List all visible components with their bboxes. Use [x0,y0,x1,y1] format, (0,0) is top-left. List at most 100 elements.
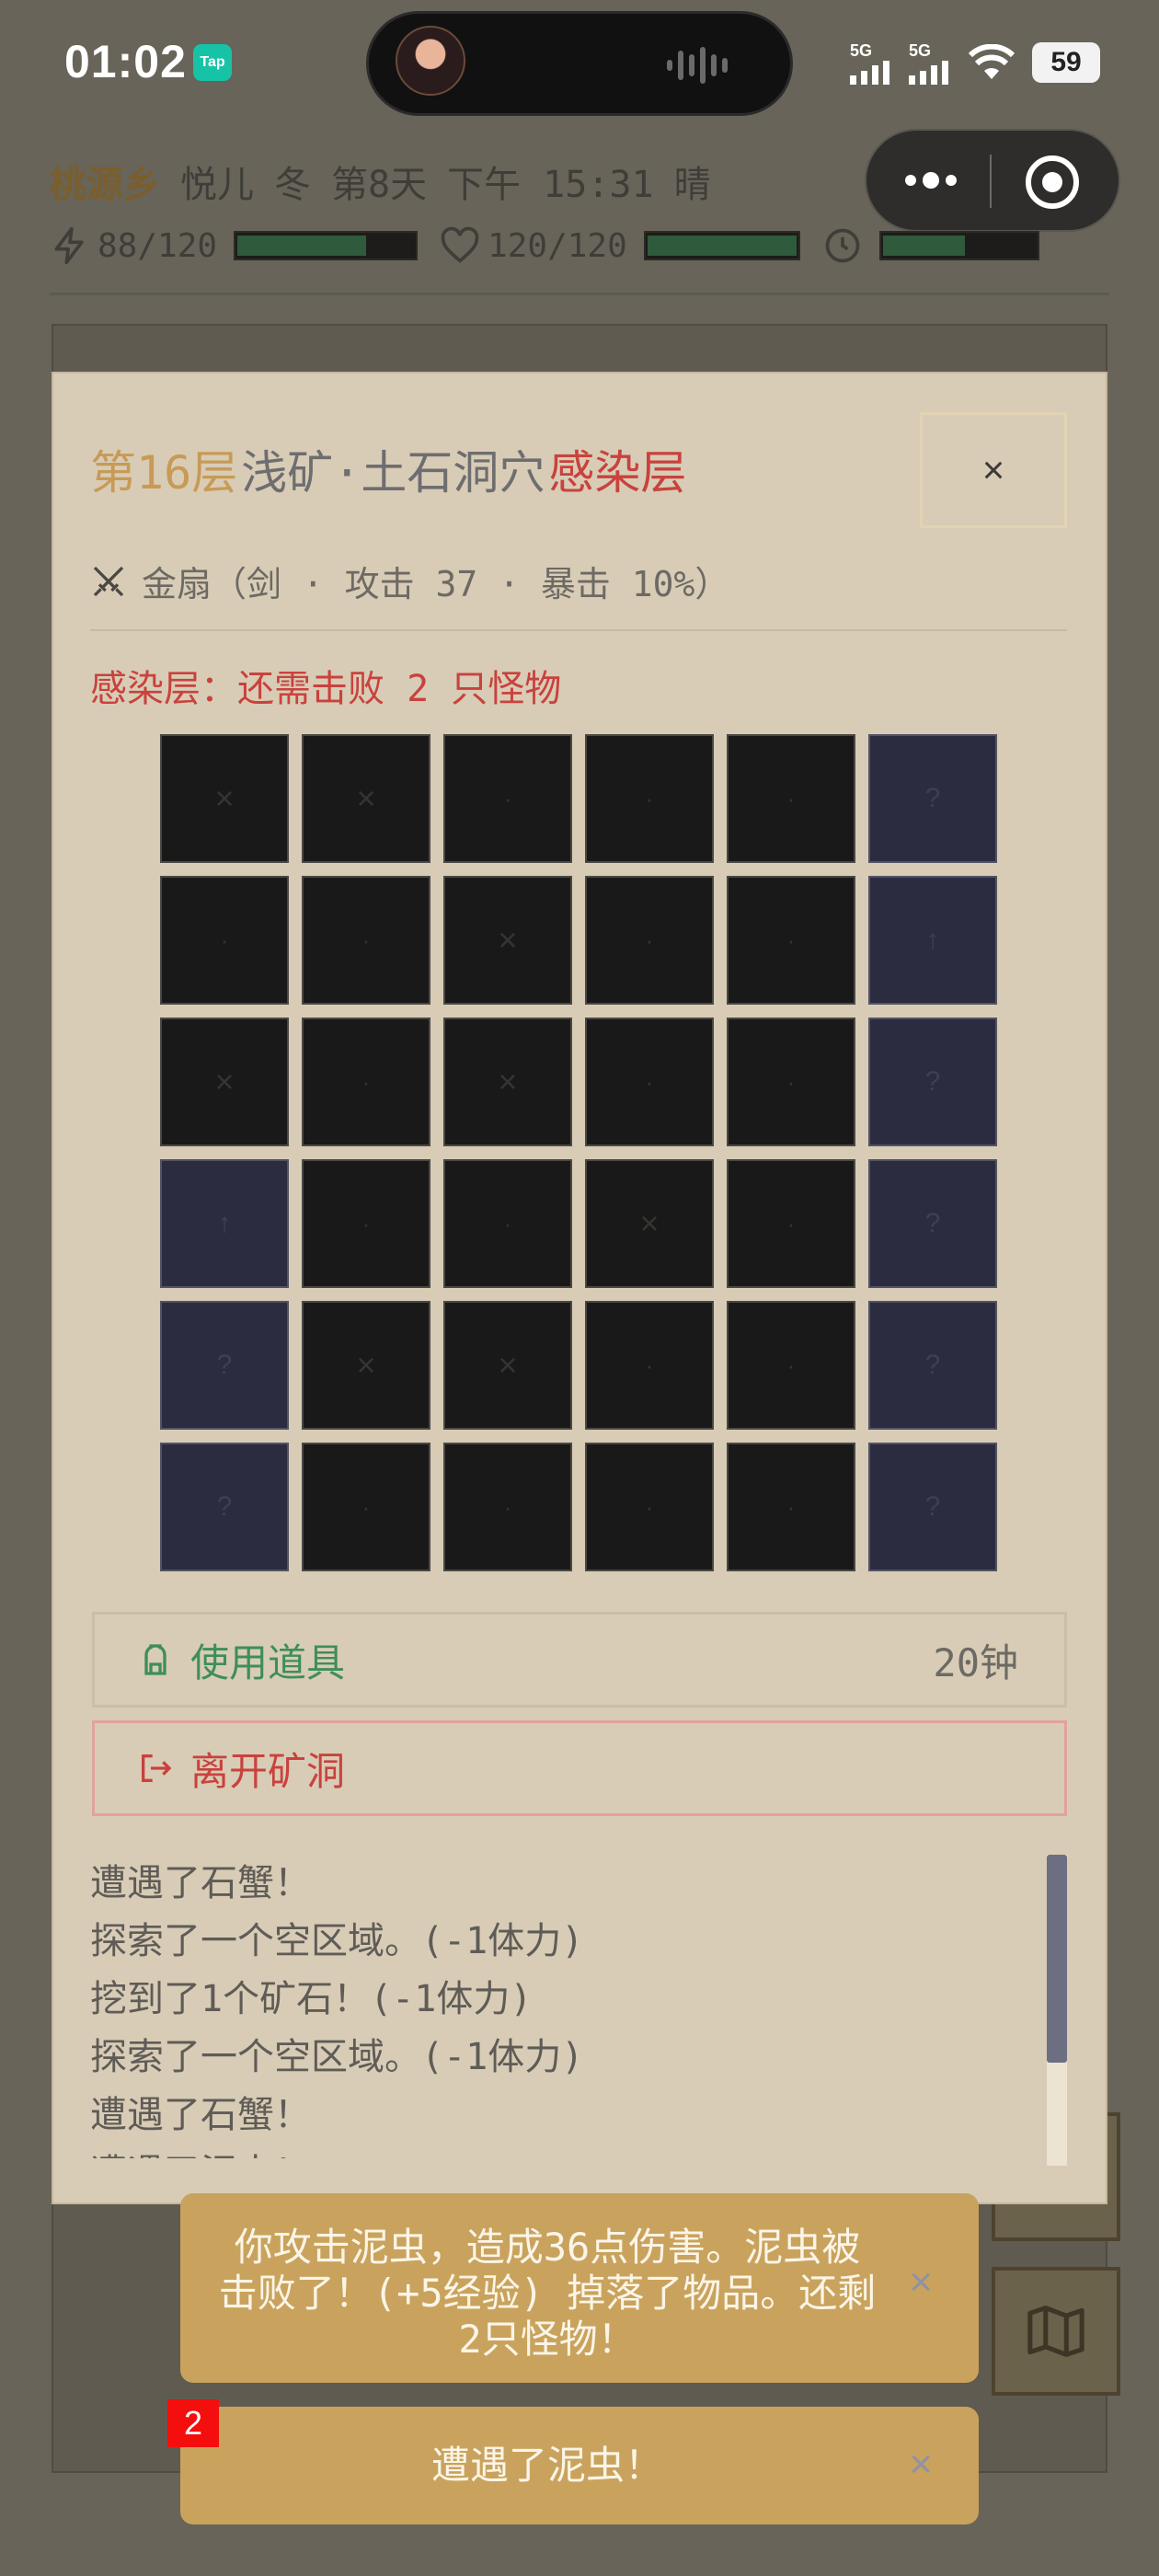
mine-cell[interactable]: ↑ [868,876,997,1005]
mine-cell[interactable]: ? [868,734,997,863]
mine-cell[interactable]: · [727,1443,855,1571]
now-playing-avatar[interactable] [396,26,465,96]
energy-bar [234,231,419,260]
time-bar-fill [882,236,966,256]
toast-count-badge: 2 [167,2399,219,2447]
empty-dot-icon: · [503,1209,512,1237]
event-log[interactable]: 遭遇了石蟹！ 探索了一个空区域。(-1体力) 挖到了1个矿石！(-1体力) 探索… [90,1855,1038,2158]
use-item-main: 使用道具 [137,1632,345,1688]
mine-cell[interactable]: ? [868,1018,997,1146]
capsule-divider [990,155,992,208]
network-label: 5G [850,40,873,60]
mine-cell[interactable]: ? [868,1443,997,1571]
mine-cell[interactable]: · [302,1443,430,1571]
empty-dot-icon: · [645,784,654,812]
mine-cell[interactable]: · [727,1301,855,1430]
cleared-mark-icon: × [214,1063,235,1100]
mine-cell[interactable]: ? [160,1301,289,1430]
more-icon[interactable] [901,166,960,195]
unknown-icon: ? [216,1350,233,1380]
mine-cell[interactable]: · [302,1018,430,1146]
log-entry: 探索了一个空区域。(-1体力) [90,2036,584,2078]
weather-label: 晴 [673,164,711,206]
mine-cell[interactable]: × [160,734,289,863]
empty-dot-icon: · [786,1492,796,1521]
mine-cell[interactable]: × [302,734,430,863]
mine-cell[interactable]: · [727,734,855,863]
mine-cell[interactable]: · [727,876,855,1005]
game-header: 桃源乡 悦儿冬第8天 下午 15:31 晴 [50,155,731,208]
unknown-icon: ? [924,1491,941,1522]
mine-cell[interactable]: · [585,876,714,1005]
network-label: 5G [909,40,932,60]
mine-cell[interactable]: · [585,1443,714,1571]
unknown-icon: ? [924,1350,941,1380]
cleared-mark-icon: × [498,1346,518,1384]
battery-indicator: 59 [1032,42,1100,83]
mine-cell[interactable]: × [443,1301,572,1430]
map-button[interactable] [992,2267,1120,2396]
header-divider [50,293,1109,295]
infection-notice: 感染层：还需击败 2 只怪物 [90,668,562,710]
cleared-mark-icon: × [356,779,376,817]
close-miniprogram-icon[interactable] [1025,155,1080,210]
empty-dot-icon: · [220,926,229,954]
empty-dot-icon: · [786,926,796,954]
log-entry: 挖到了1个矿石！(-1体力) [90,1978,533,2020]
mine-cell[interactable]: × [443,876,572,1005]
log-scrollbar-thumb[interactable] [1047,1855,1067,2063]
signal-icon [850,60,889,85]
mine-cell[interactable]: ? [868,1301,997,1430]
mine-cell[interactable]: ? [160,1443,289,1571]
mine-cell[interactable]: · [302,1159,430,1288]
time-bar [878,231,1039,260]
location-label: 桃源乡 [50,164,160,206]
clock-label: 下午 15:31 [447,164,654,206]
mine-cell[interactable]: · [727,1018,855,1146]
mine-cell[interactable]: · [443,1443,572,1571]
cleared-mark-icon: × [498,921,518,959]
mine-cell[interactable]: ? [868,1159,997,1288]
empty-dot-icon: · [786,1209,796,1237]
mine-cell[interactable]: · [302,876,430,1005]
energy-bar-fill [237,236,366,256]
modal-title: 第16层浅矿·土石洞穴感染层 [90,436,686,502]
cleared-mark-icon: × [356,1346,376,1384]
empty-dot-icon: · [361,926,371,954]
empty-dot-icon: · [786,784,796,812]
use-item-cost: 20钟 [933,1639,1018,1685]
infected-tag: 感染层 [548,446,687,500]
toast-close-button[interactable]: × [909,2260,933,2306]
empty-dot-icon: · [645,1067,654,1096]
mine-cell[interactable]: × [585,1159,714,1288]
mine-cell[interactable]: × [160,1018,289,1146]
mine-cell[interactable]: · [443,734,572,863]
mine-cell[interactable]: · [160,876,289,1005]
toast-encounter: 遭遇了泥虫！ × [180,2407,979,2524]
leave-mine-button[interactable]: 离开矿洞 [92,1720,1067,1816]
unknown-icon: ? [924,1208,941,1238]
leave-mine-label: 离开矿洞 [190,1748,346,1794]
day-label: 第8天 [331,164,428,206]
mine-cell[interactable]: × [302,1301,430,1430]
audio-wave-icon [667,47,728,84]
toast-close-button[interactable]: × [909,2442,933,2488]
empty-dot-icon: · [645,1351,654,1379]
floor-label: 第16层 [90,446,238,500]
modal-divider [90,629,1067,631]
use-item-button[interactable]: 使用道具 20钟 [92,1612,1067,1708]
mine-cell[interactable]: · [585,1301,714,1430]
modal-close-button[interactable]: × [920,412,1067,528]
miniprogram-capsule[interactable] [865,129,1120,232]
mine-cell[interactable]: ↑ [160,1159,289,1288]
mine-cell[interactable]: × [443,1018,572,1146]
health-bar [643,231,800,260]
mine-cell[interactable]: · [585,734,714,863]
unknown-icon: ? [924,783,941,813]
use-item-label: 使用道具 [190,1639,346,1685]
mine-cell[interactable]: · [585,1018,714,1146]
mine-cell[interactable]: · [443,1159,572,1288]
log-entry: 探索了一个空区域。(-1体力) [90,1920,584,1962]
mine-cell[interactable]: · [727,1159,855,1288]
season-label: 冬 [274,164,311,206]
